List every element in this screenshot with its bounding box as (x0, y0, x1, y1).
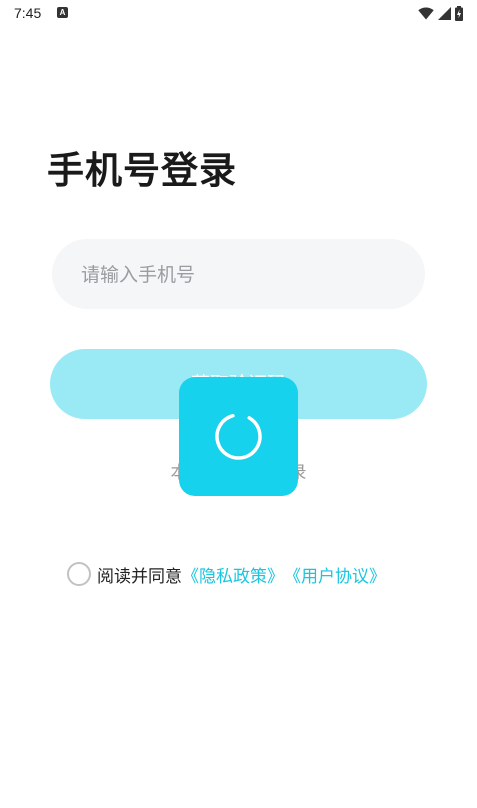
loading-overlay (179, 377, 298, 496)
status-time: 7:45 (14, 5, 42, 21)
agreement-row: 阅读并同意 《隐私政策》 《用户协议》 (67, 561, 386, 587)
agree-radio[interactable] (67, 562, 91, 586)
page-title: 手机号登录 (47, 149, 237, 192)
notification-a-icon: A (57, 7, 68, 18)
signal-icon (438, 6, 451, 20)
phone-field[interactable] (52, 239, 425, 311)
wifi-icon (418, 7, 434, 19)
status-bar: 7:45 A (0, 0, 477, 28)
spinner-icon (215, 413, 262, 460)
privacy-policy-link[interactable]: 《隐私政策》 (182, 562, 284, 587)
system-icons (418, 5, 463, 21)
phone-input[interactable] (79, 239, 403, 311)
user-agreement-link[interactable]: 《用户协议》 (284, 562, 386, 587)
agreement-prefix: 阅读并同意 (97, 566, 182, 587)
battery-charging-icon (455, 5, 463, 21)
